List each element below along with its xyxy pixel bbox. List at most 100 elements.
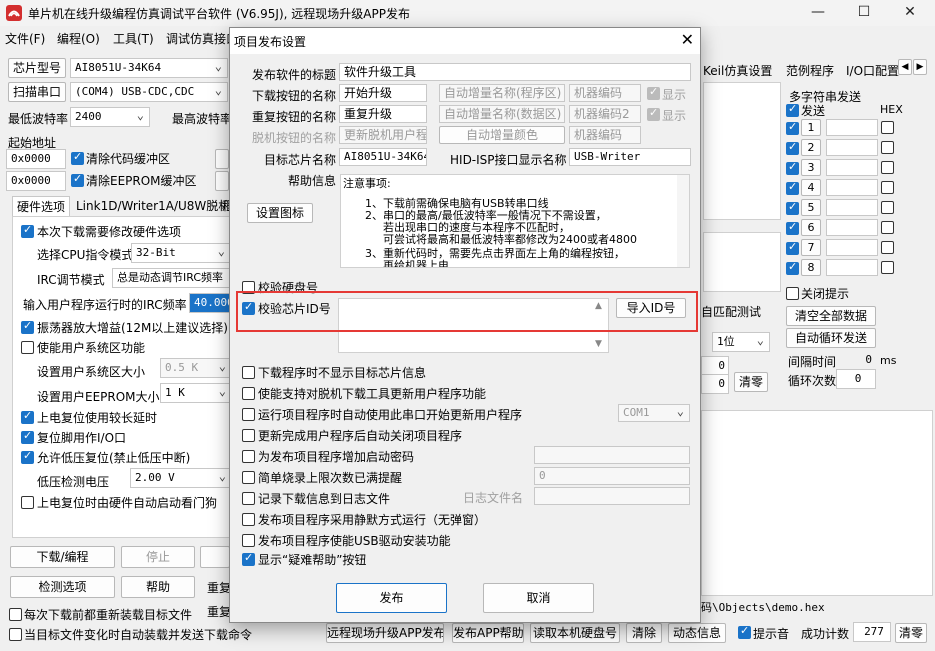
send-row-input[interactable] [826,139,878,156]
machine-code-1[interactable]: 机器编码 [569,84,641,102]
dialog-option-checkbox[interactable] [242,471,255,484]
enable-user-sys-checkbox[interactable] [21,341,34,354]
auto-loop-button[interactable]: 自动循环发送 [786,328,876,348]
menu-program[interactable]: 编程(O) [57,30,100,47]
user-sys-size-select[interactable]: 0.5 K [160,358,232,378]
partial-button-2[interactable] [215,171,229,191]
auto-inc-color-button[interactable]: 自动增量颜色 [439,126,565,144]
send-row-checkbox[interactable] [786,180,799,195]
tab-next-icon[interactable]: ▶ [913,59,927,75]
download-name-input[interactable]: 开始升级 [339,84,427,102]
send-row-checkbox[interactable] [786,240,799,255]
minimize-button[interactable]: — [795,0,841,26]
tab-hardware-options[interactable]: 硬件选项 [12,196,71,216]
scan-port-button[interactable]: 扫描串口 [8,82,66,102]
partial-button-1[interactable] [215,149,229,169]
hid-name-input[interactable]: USB-Writer [569,148,691,166]
tab-prev-icon[interactable]: ◀ [898,59,912,75]
send-row-checkbox[interactable] [786,260,799,275]
machine-code-3[interactable]: 机器编码 [569,126,641,144]
burn-limit-input[interactable]: 0 [534,467,690,485]
cpu-mode-select[interactable]: 32-Bit [131,243,231,263]
help-button[interactable]: 帮助 [121,576,195,598]
send-row-hex-checkbox[interactable] [881,261,894,274]
download-program-button[interactable]: 下载/编程 [10,546,115,568]
publish-button[interactable]: 发布 [336,583,447,613]
clear-button[interactable]: 清除 [626,623,662,643]
send-row-hex-checkbox[interactable] [881,181,894,194]
send-row-input[interactable] [826,119,878,136]
send-row-checkbox[interactable] [786,140,799,155]
tab-examples[interactable]: 范例程序 [786,62,834,79]
read-disk-button[interactable]: 读取本机硬盘号 [530,623,620,643]
close-tip-checkbox[interactable] [786,287,799,300]
target-chip-input[interactable]: AI8051U-34K64 [339,148,427,166]
repeat-name-input[interactable]: 重复升级 [339,105,427,123]
send-row-checkbox[interactable] [786,200,799,215]
dialog-option-checkbox[interactable] [242,429,255,442]
irc-freq-input[interactable]: 40.000 [189,293,232,313]
dialog-close-icon[interactable]: ✕ [681,30,694,49]
send-row-button[interactable]: 4 [801,179,821,196]
set-icon-button[interactable]: 设置图标 [247,203,313,223]
help-scrollbar[interactable] [677,175,689,267]
beep-checkbox[interactable] [738,624,751,639]
menu-debug[interactable]: 调试仿真接口 [166,30,238,47]
send-row-button[interactable]: 8 [801,259,821,276]
clear-code-buffer-checkbox[interactable] [71,150,84,165]
send-row-checkbox[interactable] [786,220,799,235]
send-row-input[interactable] [826,199,878,216]
show-1-checkbox[interactable] [647,85,660,100]
dialog-option-checkbox[interactable] [242,450,255,463]
chip-type-button[interactable]: 芯片型号 [8,58,66,78]
start-address-2[interactable]: 0x0000 [6,171,66,191]
start-address-1[interactable]: 0x0000 [6,149,66,169]
bit-select[interactable]: 1位 [712,332,770,352]
port-select[interactable]: (COM4) USB-CDC,CDC [70,82,228,102]
send-row-input[interactable] [826,219,878,236]
chip-id-scroll-down-icon[interactable]: ▼ [595,339,602,349]
clear-all-button[interactable]: 清空全部数据 [786,306,876,326]
send-row-button[interactable]: 2 [801,139,821,156]
menu-tools[interactable]: 工具(T) [113,30,154,47]
auto-inc-program-input[interactable]: 自动增量名称(程序区) [439,84,565,102]
offline-name-input[interactable]: 更新脱机用户程 [339,126,427,144]
cancel-button[interactable]: 取消 [483,583,594,613]
dialog-option-checkbox[interactable] [242,387,255,400]
maximize-button[interactable]: ☐ [841,0,887,26]
check-options-button[interactable]: 检测选项 [10,576,115,598]
send-row-hex-checkbox[interactable] [881,221,894,234]
auto-send-checkbox[interactable] [9,628,22,641]
dialog-option-checkbox[interactable] [242,513,255,526]
tab-io-config[interactable]: I/O口配置 [846,62,899,79]
reset-io-checkbox[interactable] [21,429,34,444]
long-reset-checkbox[interactable] [21,409,34,424]
send-row-hex-checkbox[interactable] [881,161,894,174]
dialog-option-checkbox[interactable] [242,551,255,566]
remote-app-button[interactable]: 远程现场升级APP发布 [326,623,444,643]
reload-each-checkbox[interactable] [9,608,22,621]
send-all-checkbox[interactable] [786,102,799,117]
dialog-option-checkbox[interactable] [242,534,255,547]
tab-link1d[interactable]: Link1D/Writer1A/U8W脱机 [72,196,234,216]
min-baud-select[interactable]: 2400 [70,107,150,127]
interval-input[interactable]: 0 [836,350,876,370]
user-eeprom-select[interactable]: 1 K [160,383,232,403]
show-2-checkbox[interactable] [647,106,660,121]
app-help-button[interactable]: 发布APP帮助 [452,623,524,643]
machine-code-2[interactable]: 机器编码2 [569,105,641,123]
dialog-option-checkbox[interactable] [242,408,255,421]
auto-inc-data-input[interactable]: 自动增量名称(数据区) [439,105,565,123]
send-row-button[interactable]: 1 [801,119,821,136]
partial-button-3[interactable] [200,546,230,568]
menu-file[interactable]: 文件(F) [5,30,45,47]
osc-gain-checkbox[interactable] [21,319,34,334]
clear-counter-button[interactable]: 清零 [734,372,768,392]
dialog-option-checkbox[interactable] [242,366,255,379]
stop-button[interactable]: 停止 [121,546,195,568]
clear-count-button[interactable]: 清零 [895,623,927,643]
send-row-hex-checkbox[interactable] [881,201,894,214]
loop-count-input[interactable]: 0 [836,369,876,389]
com-select[interactable]: COM1 [618,404,690,422]
send-row-button[interactable]: 5 [801,199,821,216]
